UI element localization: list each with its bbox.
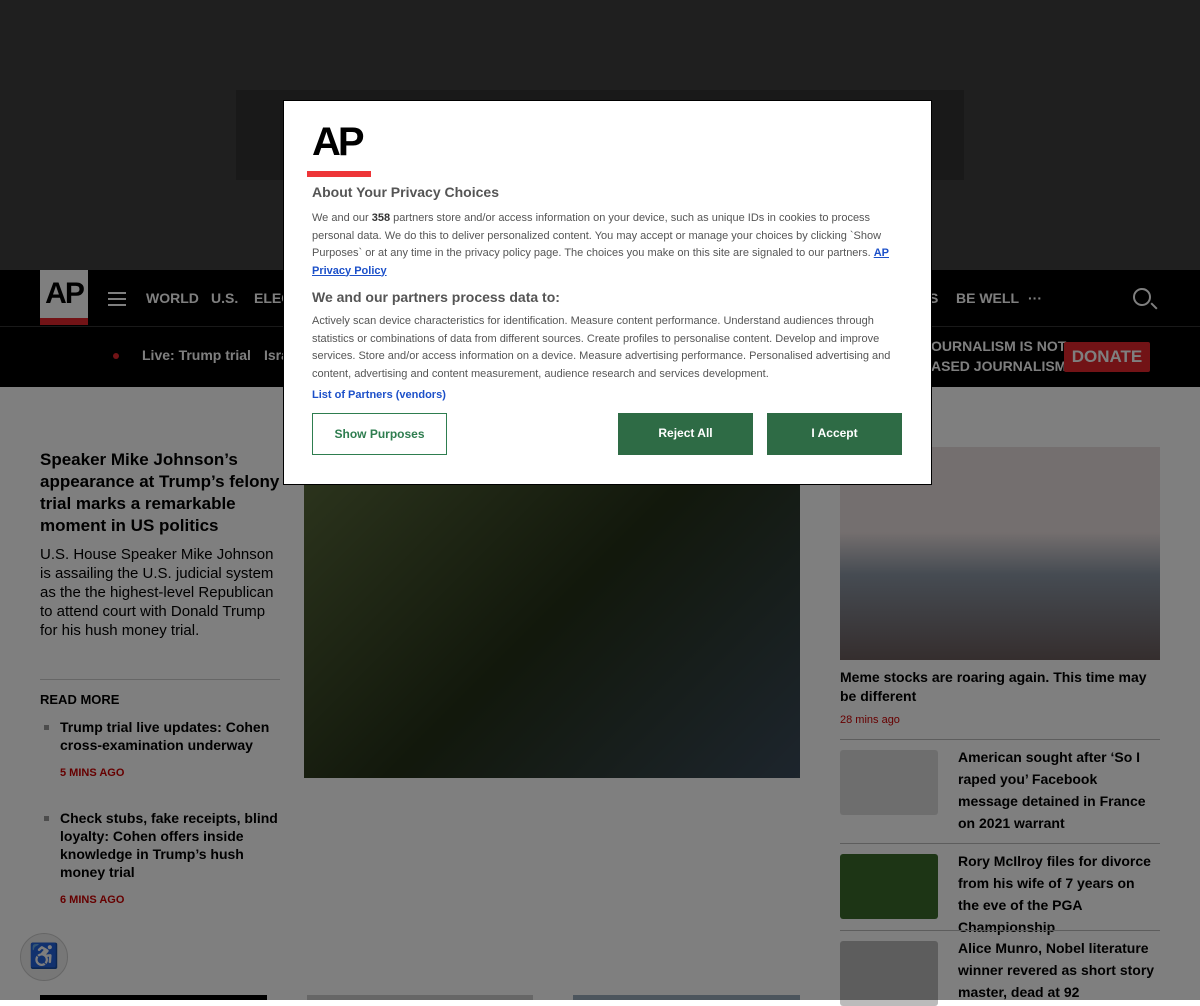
partners-link[interactable]: List of Partners (vendors) — [312, 389, 446, 401]
logo-accent-bar — [307, 171, 371, 177]
dialog-title: About Your Privacy Choices — [312, 184, 499, 200]
intro-text: partners store and/or access information… — [312, 212, 882, 259]
privacy-dialog: AP About Your Privacy Choices We and our… — [283, 100, 932, 485]
purposes-text: Actively scan device characteristics for… — [312, 315, 891, 380]
show-purposes-button[interactable]: Show Purposes — [312, 413, 447, 455]
ap-logo: AP — [312, 120, 365, 164]
reject-all-button[interactable]: Reject All — [618, 413, 753, 455]
dialog-intro: We and our 358 partners store and/or acc… — [312, 210, 903, 280]
partners-count: 358 — [371, 212, 391, 224]
dialog-subtitle: We and our partners process data to: — [312, 289, 560, 305]
intro-text: We and our — [312, 212, 372, 224]
accept-button[interactable]: I Accept — [767, 413, 902, 455]
